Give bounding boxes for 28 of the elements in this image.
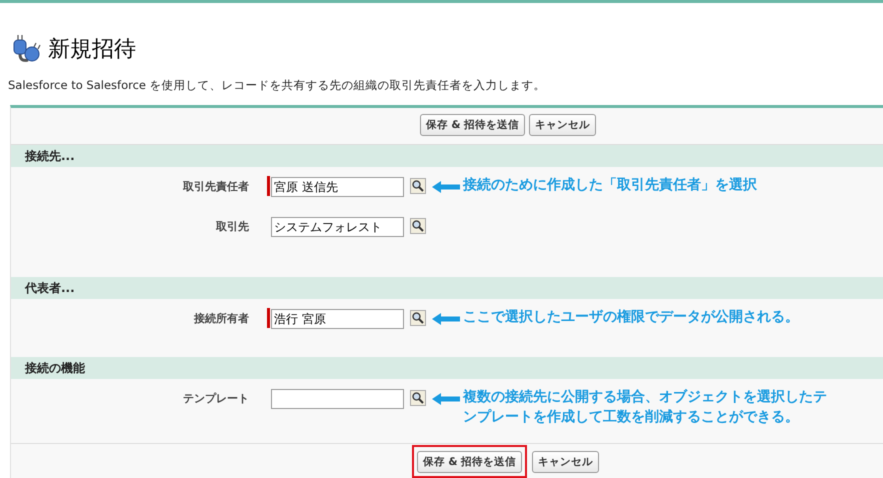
lookup-field[interactable]: 浩行 宮原 bbox=[271, 309, 404, 329]
arrow-icon bbox=[432, 393, 460, 405]
annotation-text: 接続のために作成した「取引先責任者」を選択 bbox=[463, 176, 757, 195]
lookup-icon[interactable] bbox=[410, 390, 426, 406]
plug-icon bbox=[12, 34, 42, 64]
field-label: 取引先責任者 bbox=[182, 179, 249, 194]
field-label: 取引先 bbox=[214, 219, 249, 234]
lookup-icon[interactable] bbox=[410, 178, 426, 194]
lookup-icon[interactable] bbox=[410, 310, 426, 326]
field-label: テンプレート bbox=[182, 391, 249, 406]
save-send-button[interactable]: 保存 & 招待を送信 bbox=[416, 451, 522, 473]
cancel-button[interactable]: キャンセル bbox=[532, 451, 600, 473]
lookup-icon[interactable] bbox=[410, 218, 426, 234]
page-title: 新規招待 bbox=[48, 36, 136, 64]
arrow-icon bbox=[432, 313, 460, 325]
section-header: 代表者... bbox=[11, 277, 883, 299]
annotation-text: ここで選択したユーザの権限でデータが公開される。 bbox=[463, 308, 799, 327]
section-header: 接続先... bbox=[11, 145, 883, 167]
cancel-button[interactable]: キャンセル bbox=[529, 114, 596, 136]
arrow-icon bbox=[432, 181, 460, 193]
annotation-text: 複数の接続先に公開する場合、オブジェクトを選択したテ ンプレートを作成して工数を削減することができる。 bbox=[463, 388, 827, 427]
lookup-field[interactable]: システムフォレスト bbox=[271, 217, 404, 237]
save-send-button[interactable]: 保存 & 招待を送信 bbox=[420, 114, 526, 136]
section-header: 接続の機能 bbox=[11, 357, 883, 379]
description-text: Salesforce to Salesforce を使用して、レコードを共有する先の組織の取引先責任者を入力します。 bbox=[7, 77, 547, 93]
lookup-field[interactable] bbox=[271, 389, 404, 409]
lookup-field[interactable]: 宮原 送信先 bbox=[271, 177, 404, 197]
field-label: 接続所有者 bbox=[192, 311, 249, 326]
